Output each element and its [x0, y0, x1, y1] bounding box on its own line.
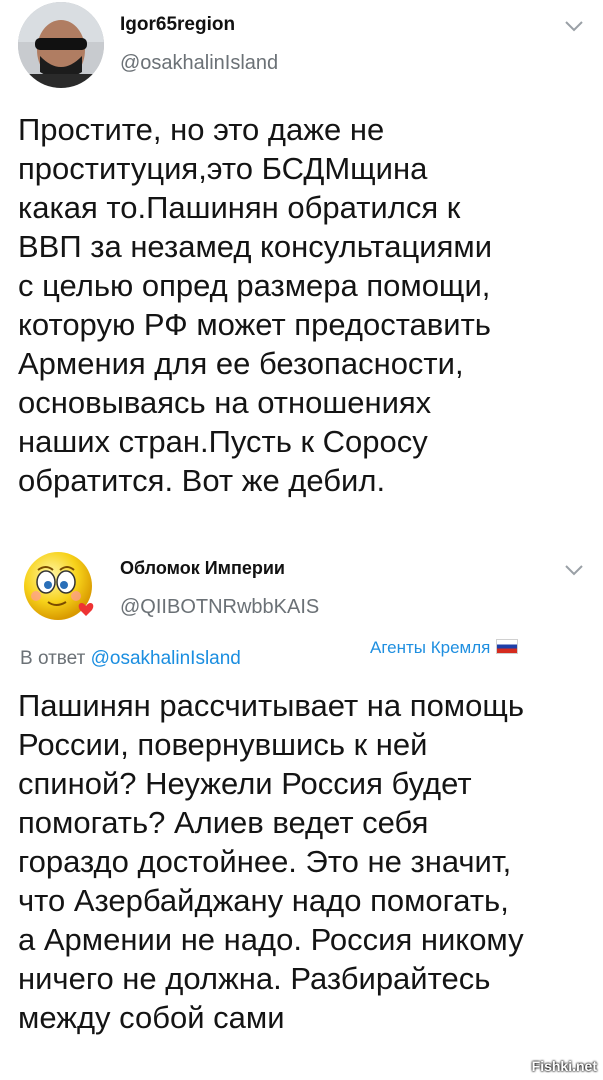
tweet-line: основываясь на отношениях: [18, 385, 432, 420]
chevron-down-icon[interactable]: [563, 18, 585, 34]
tweet-line: Пашинян рассчитывает на помощь: [18, 688, 525, 723]
group-badge[interactable]: Агенты Кремля: [370, 638, 519, 658]
tweet-line: какая то.Пашинян обратился к: [18, 190, 461, 225]
tweet-line: ВВП за незамед консультациями: [18, 229, 493, 264]
tweet-line: спиной? Неужели Россия будет: [18, 766, 472, 801]
tweet-line: Простите, но это даже не: [18, 112, 385, 147]
reply-prefix: В ответ: [20, 648, 86, 669]
tweet-line: а Армении не надо. Россия никому: [18, 922, 524, 957]
chevron-down-icon[interactable]: [563, 562, 585, 578]
russian-flag-icon: [496, 639, 519, 654]
tweet-text: Пашинян рассчитывает на помощь России, п…: [18, 686, 588, 1037]
author-handle[interactable]: @QIIBOTNRwbbKAIS: [120, 596, 319, 619]
tweet-line: что Азербайджану надо помогать,: [18, 883, 509, 918]
tweet-text: Простите, но это даже не проституция,это…: [18, 110, 588, 500]
reply-mention-link[interactable]: @osakhalinIsland: [91, 648, 241, 669]
tweet-line: которую РФ может предоставить: [18, 307, 491, 342]
tweet-line: Армения для ее безопасности,: [18, 346, 464, 381]
author-avatar[interactable]: [20, 546, 100, 626]
tweet-line: проституция,это БСДМщина: [18, 151, 428, 186]
tweet-line: России, повернувшись к ней: [18, 727, 428, 762]
author-handle[interactable]: @osakhalinIsland: [120, 52, 278, 75]
watermark: Fishki.net: [531, 1058, 597, 1074]
avatar-photo-icon: [18, 2, 104, 88]
tweet-line: с целью опред размера помощи,: [18, 268, 491, 303]
tweet-line: наших стран.Пусть к Соросу: [18, 424, 428, 459]
tweet-line: ничего не должна. Разбирайтесь: [18, 961, 491, 996]
smiley-avatar-icon: [24, 552, 94, 620]
author-name[interactable]: Обломок Империи: [120, 558, 285, 579]
reply-to-line: В ответ @osakhalinIsland: [20, 648, 241, 670]
tweet-line: гораздо достойнее. Это не значит,: [18, 844, 512, 879]
author-avatar[interactable]: [18, 2, 104, 88]
tweet-line: между собой сами: [18, 1000, 285, 1035]
tweet-line: обратится. Вот же дебил.: [18, 463, 386, 498]
author-name[interactable]: Igor65region: [120, 14, 235, 36]
tweet-line: помогать? Алиев ведет себя: [18, 805, 429, 840]
badge-label: Агенты Кремля: [370, 638, 491, 657]
